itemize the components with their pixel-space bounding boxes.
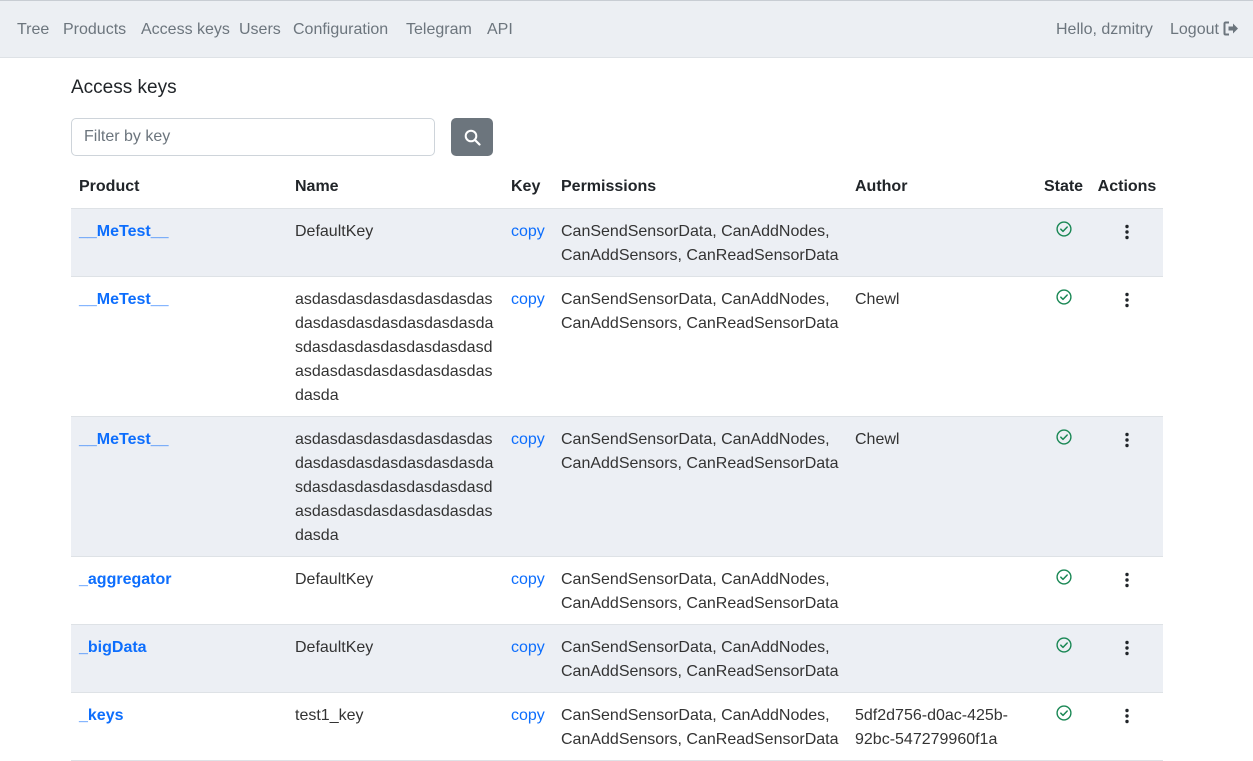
author-cell — [847, 208, 1036, 277]
product-cell: __MeTest__ — [71, 208, 287, 277]
table-row: _keys test1_key copy CanSendSensorData, … — [71, 692, 1163, 761]
product-cell: _keys — [71, 692, 287, 761]
logout-link[interactable]: Logout — [1170, 21, 1239, 39]
header-key: Key — [503, 170, 553, 209]
name-cell: test1_key — [287, 692, 503, 761]
key-cell: copy — [503, 416, 553, 557]
nav-item-users[interactable]: Users — [239, 21, 281, 39]
access-keys-table: Product Name Key Permissions Author Stat… — [71, 170, 1163, 761]
copy-key-link[interactable]: copy — [511, 223, 545, 240]
product-link[interactable]: _keys — [79, 707, 124, 724]
header-state: State — [1036, 170, 1091, 209]
nav-item-access-keys[interactable]: Access keys — [141, 21, 230, 39]
key-cell: copy — [503, 208, 553, 277]
actions-cell — [1091, 692, 1163, 761]
name-cell: asdasdasdasdasdasdasdasdasdasdasdasdasda… — [287, 276, 503, 417]
header-product: Product — [71, 170, 287, 209]
filter-input[interactable] — [71, 118, 435, 156]
product-link[interactable]: __MeTest__ — [79, 223, 169, 240]
actions-cell — [1091, 624, 1163, 693]
name-cell: DefaultKey — [287, 208, 503, 277]
state-cell — [1036, 692, 1091, 761]
kebab-menu-icon[interactable] — [1124, 640, 1130, 656]
actions-cell — [1091, 208, 1163, 277]
name-cell: asdasdasdasdasdasdasdasdasdasdasdasdasda… — [287, 416, 503, 557]
nav-item-telegram[interactable]: Telegram — [406, 21, 472, 39]
permissions-cell: CanSendSensorData, CanAddNodes, CanAddSe… — [553, 208, 847, 277]
permissions-cell: CanSendSensorData, CanAddNodes, CanAddSe… — [553, 276, 847, 417]
actions-cell — [1091, 416, 1163, 557]
nav-item-tree[interactable]: Tree — [17, 21, 49, 39]
table-row: _bigData DefaultKey copy CanSendSensorDa… — [71, 624, 1163, 693]
check-circle-icon — [1055, 220, 1072, 237]
copy-key-link[interactable]: copy — [511, 639, 545, 656]
kebab-menu-icon[interactable] — [1124, 292, 1130, 308]
check-circle-icon — [1055, 428, 1072, 445]
table-row: _aggregator DefaultKey copy CanSendSenso… — [71, 556, 1163, 625]
search-button[interactable] — [451, 118, 493, 156]
kebab-menu-icon[interactable] — [1124, 224, 1130, 240]
author-cell: 5df2d756-d0ac-425b-92bc-547279960f1a — [847, 692, 1036, 761]
check-circle-icon — [1055, 568, 1072, 585]
actions-cell — [1091, 556, 1163, 625]
product-link[interactable]: __MeTest__ — [79, 431, 169, 448]
permissions-cell: CanSendSensorData, CanAddNodes, CanAddSe… — [553, 692, 847, 761]
key-cell: copy — [503, 556, 553, 625]
key-cell: copy — [503, 624, 553, 693]
state-cell — [1036, 276, 1091, 417]
actions-cell — [1091, 276, 1163, 417]
kebab-menu-icon[interactable] — [1124, 572, 1130, 588]
nav-greeting[interactable]: Hello, dzmitry — [1056, 21, 1153, 39]
product-cell: __MeTest__ — [71, 276, 287, 417]
author-cell: Chewl — [847, 416, 1036, 557]
check-circle-icon — [1055, 704, 1072, 721]
top-navbar: Tree Products Access keys Users Configur… — [0, 0, 1253, 58]
copy-key-link[interactable]: copy — [511, 571, 545, 588]
author-cell: Chewl — [847, 276, 1036, 417]
nav-item-configuration[interactable]: Configuration — [293, 21, 388, 39]
nav-item-api[interactable]: API — [487, 21, 513, 39]
author-cell — [847, 556, 1036, 625]
state-cell — [1036, 416, 1091, 557]
product-cell: __MeTest__ — [71, 416, 287, 557]
table-row: __MeTest__ asdasdasdasdasdasdasdasdasdas… — [71, 416, 1163, 557]
kebab-menu-icon[interactable] — [1124, 432, 1130, 448]
header-author: Author — [847, 170, 1036, 209]
logout-icon — [1223, 21, 1238, 36]
product-link[interactable]: __MeTest__ — [79, 291, 169, 308]
state-cell — [1036, 624, 1091, 693]
page-title: Access keys — [71, 77, 177, 98]
check-circle-icon — [1055, 288, 1072, 305]
state-cell — [1036, 556, 1091, 625]
permissions-cell: CanSendSensorData, CanAddNodes, CanAddSe… — [553, 416, 847, 557]
copy-key-link[interactable]: copy — [511, 707, 545, 724]
key-cell: copy — [503, 276, 553, 417]
copy-key-link[interactable]: copy — [511, 291, 545, 308]
table-row: __MeTest__ asdasdasdasdasdasdasdasdasdas… — [71, 276, 1163, 417]
search-icon — [464, 129, 481, 146]
header-actions: Actions — [1091, 170, 1163, 209]
name-cell: DefaultKey — [287, 624, 503, 693]
name-cell: DefaultKey — [287, 556, 503, 625]
kebab-menu-icon[interactable] — [1124, 708, 1130, 724]
product-link[interactable]: _aggregator — [79, 571, 171, 588]
header-name: Name — [287, 170, 503, 209]
check-circle-icon — [1055, 636, 1072, 653]
nav-item-products[interactable]: Products — [63, 21, 126, 39]
key-cell: copy — [503, 692, 553, 761]
product-cell: _aggregator — [71, 556, 287, 625]
header-permissions: Permissions — [553, 170, 847, 209]
logout-label: Logout — [1170, 21, 1219, 38]
copy-key-link[interactable]: copy — [511, 431, 545, 448]
product-link[interactable]: _bigData — [79, 639, 147, 656]
state-cell — [1036, 208, 1091, 277]
author-cell — [847, 624, 1036, 693]
table-row: __MeTest__ DefaultKey copy CanSendSensor… — [71, 208, 1163, 277]
table-header-row: Product Name Key Permissions Author Stat… — [71, 170, 1163, 209]
permissions-cell: CanSendSensorData, CanAddNodes, CanAddSe… — [553, 556, 847, 625]
product-cell: _bigData — [71, 624, 287, 693]
permissions-cell: CanSendSensorData, CanAddNodes, CanAddSe… — [553, 624, 847, 693]
